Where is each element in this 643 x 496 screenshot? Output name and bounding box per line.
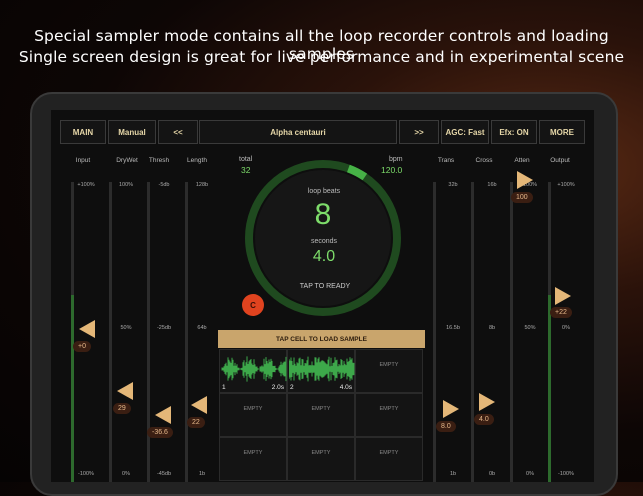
slider-handle[interactable]	[117, 382, 133, 400]
slider-value: 22	[187, 417, 205, 428]
sample-cell[interactable]: 2 4.0s	[287, 349, 355, 393]
tick-mid: 64b	[197, 325, 207, 331]
slider-title: Length	[187, 157, 207, 164]
slider-title: Trans	[437, 157, 455, 164]
slider-handle[interactable]	[155, 406, 171, 424]
slider-value: 4.0	[474, 414, 494, 425]
slider-title: Cross	[475, 157, 493, 164]
sample-cell[interactable]: EMPTY	[355, 437, 423, 481]
sample-cell[interactable]: EMPTY	[355, 349, 423, 393]
tick-top: +100%	[77, 182, 95, 188]
slider-track[interactable]	[109, 182, 112, 482]
tick-mid: 8b	[488, 325, 496, 331]
slider-fill	[548, 295, 551, 482]
slider-title: Input	[75, 157, 91, 164]
tick-bottom: 0%	[122, 471, 130, 477]
tick-bottom: 1b	[198, 471, 206, 477]
slider-title: Output	[550, 157, 570, 164]
tick-bottom: 0b	[488, 471, 496, 477]
seconds-label: seconds	[310, 238, 338, 245]
cell-length: 2.0s	[271, 384, 284, 391]
slider-value: -36.6	[147, 427, 173, 438]
more-button[interactable]: MORE	[539, 120, 585, 144]
preset-title[interactable]: Alpha centauri	[199, 120, 397, 144]
sample-cell[interactable]: EMPTY	[355, 393, 423, 437]
loop-beats-value: 8	[314, 198, 332, 231]
cell-empty-label: EMPTY	[311, 406, 331, 412]
cell-empty-label: EMPTY	[311, 450, 331, 456]
sample-cell[interactable]: EMPTY	[219, 437, 287, 481]
slider-handle[interactable]	[479, 393, 495, 411]
slider-value: 29	[113, 403, 131, 414]
tick-bottom: -45db	[156, 471, 172, 477]
loop-beats-label: loop beats	[307, 188, 341, 195]
seconds-value: 4.0	[312, 248, 336, 265]
waveform-1	[221, 356, 287, 382]
caption-line-2: Single screen design is great for live p…	[18, 48, 625, 66]
slider-handle[interactable]	[191, 396, 207, 414]
slider-value: 8.0	[436, 421, 456, 432]
tick-top: 128b	[195, 182, 209, 188]
record-button[interactable]: C	[242, 294, 264, 316]
cell-empty-label: EMPTY	[379, 406, 399, 412]
prev-preset-button[interactable]: <<	[158, 120, 198, 144]
slider-handle[interactable]	[517, 171, 533, 189]
cell-empty-label: EMPTY	[379, 362, 399, 368]
slider-value: +22	[550, 307, 572, 318]
sample-cell[interactable]: EMPTY	[219, 393, 287, 437]
cell-empty-label: EMPTY	[243, 450, 263, 456]
slider-handle[interactable]	[555, 287, 571, 305]
cell-length: 4.0s	[339, 384, 352, 391]
dial-status[interactable]: TAP TO READY	[287, 283, 363, 290]
tick-top: 100%	[118, 182, 134, 188]
tick-mid: 50%	[524, 325, 536, 331]
slider-track[interactable]	[433, 182, 436, 482]
slider-track[interactable]	[510, 182, 513, 482]
slider-handle[interactable]	[79, 320, 95, 338]
cell-empty-label: EMPTY	[243, 406, 263, 412]
waveform-2	[289, 356, 355, 382]
tick-mid: -25db	[156, 325, 172, 331]
grid-header: TAP CELL TO LOAD SAMPLE	[218, 330, 425, 348]
sample-grid: TAP CELL TO LOAD SAMPLE 1 2.0s 2 4.0s EM…	[218, 330, 425, 482]
tick-top: -5db	[158, 182, 170, 188]
tick-top: +100%	[557, 182, 575, 188]
sample-cell[interactable]: 1 2.0s	[219, 349, 287, 393]
agc-button[interactable]: AGC: Fast	[441, 120, 489, 144]
slider-value: 100	[511, 192, 533, 203]
tick-mid: 0%	[562, 325, 570, 331]
dial-progress-arc	[346, 164, 368, 181]
slider-fill	[71, 295, 74, 482]
efx-button[interactable]: Efx: ON	[491, 120, 537, 144]
cell-empty-label: EMPTY	[379, 450, 399, 456]
top-toolbar: MAIN Manual << Alpha centauri >> AGC: Fa…	[51, 120, 594, 144]
manual-button[interactable]: Manual	[108, 120, 156, 144]
tick-mid: 16.5b	[446, 325, 460, 331]
slider-track[interactable]	[471, 182, 474, 482]
tick-bottom: -100%	[558, 471, 574, 477]
app-screen: MAIN Manual << Alpha centauri >> AGC: Fa…	[51, 110, 594, 482]
next-preset-button[interactable]: >>	[399, 120, 439, 144]
slider-handle[interactable]	[443, 400, 459, 418]
sample-cell[interactable]: EMPTY	[287, 393, 355, 437]
main-button[interactable]: MAIN	[60, 120, 106, 144]
cell-number: 1	[222, 384, 226, 391]
tick-top: 16b	[487, 182, 497, 188]
tick-bottom: 0%	[526, 471, 534, 477]
tick-bottom: 1b	[449, 471, 457, 477]
slider-title: Atten	[514, 157, 530, 164]
slider-title: Thresh	[148, 157, 170, 164]
tick-bottom: -100%	[78, 471, 94, 477]
cell-number: 2	[290, 384, 294, 391]
slider-value: +0	[73, 341, 91, 352]
tick-mid: 50%	[120, 325, 132, 331]
tick-top: 32b	[448, 182, 458, 188]
sample-cell[interactable]: EMPTY	[287, 437, 355, 481]
slider-track[interactable]	[185, 182, 188, 482]
